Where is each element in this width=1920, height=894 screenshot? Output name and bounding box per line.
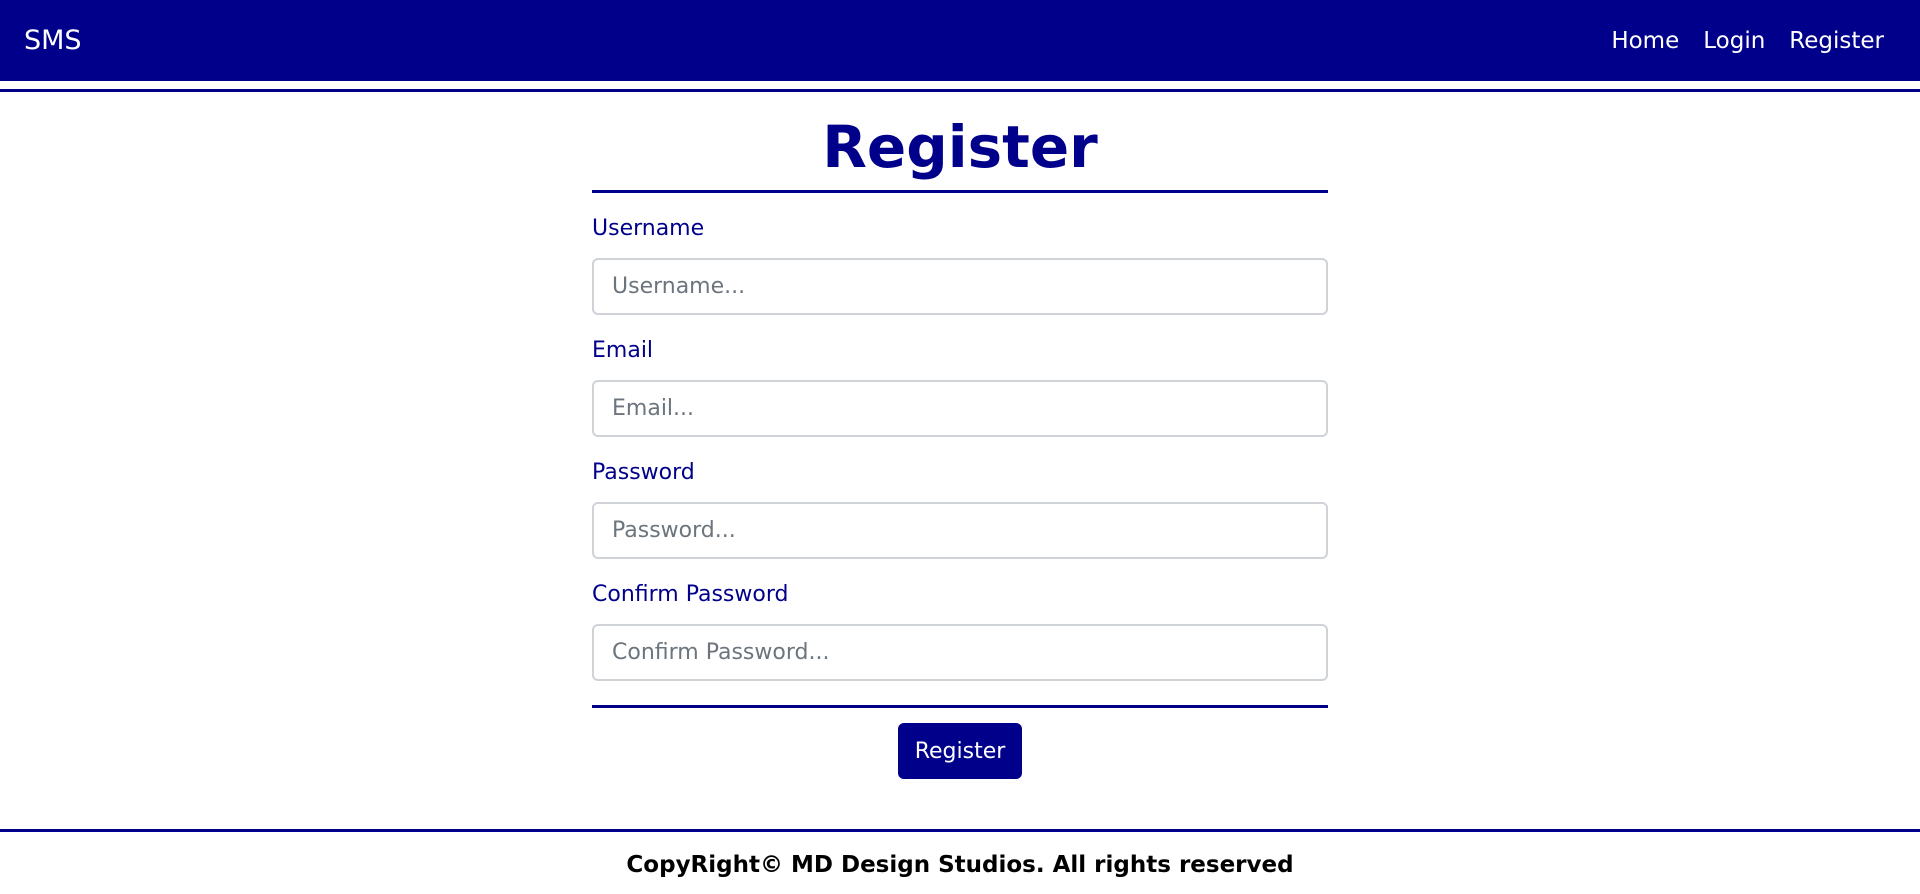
register-form: Register Username Email Password Confirm… <box>592 92 1328 779</box>
nav-link-register[interactable]: Register <box>1789 28 1884 54</box>
nav-link-home[interactable]: Home <box>1611 28 1679 54</box>
username-field-group: Username <box>592 215 1328 315</box>
password-label: Password <box>592 460 695 485</box>
email-field-group: Email <box>592 337 1328 437</box>
top-navbar: SMS Home Login Register <box>0 0 1920 81</box>
password-input[interactable] <box>592 502 1328 559</box>
title-divider <box>592 190 1328 193</box>
nav-links: Home Login Register <box>1611 28 1896 54</box>
username-input[interactable] <box>592 258 1328 315</box>
email-input[interactable] <box>592 380 1328 437</box>
password-field-group: Password <box>592 459 1328 559</box>
submit-row: Register <box>592 723 1328 779</box>
confirm-password-input[interactable] <box>592 624 1328 681</box>
confirm-password-field-group: Confirm Password <box>592 581 1328 681</box>
confirm-password-label: Confirm Password <box>592 582 789 607</box>
register-button[interactable]: Register <box>898 723 1022 779</box>
brand-link[interactable]: SMS <box>24 25 82 56</box>
form-divider <box>592 705 1328 708</box>
footer-copyright: CopyRight© MD Design Studios. All rights… <box>626 852 1294 878</box>
page-title: Register <box>822 113 1098 181</box>
email-label: Email <box>592 338 654 363</box>
footer-divider <box>0 829 1920 832</box>
nav-link-login[interactable]: Login <box>1703 28 1765 54</box>
username-label: Username <box>592 216 705 241</box>
